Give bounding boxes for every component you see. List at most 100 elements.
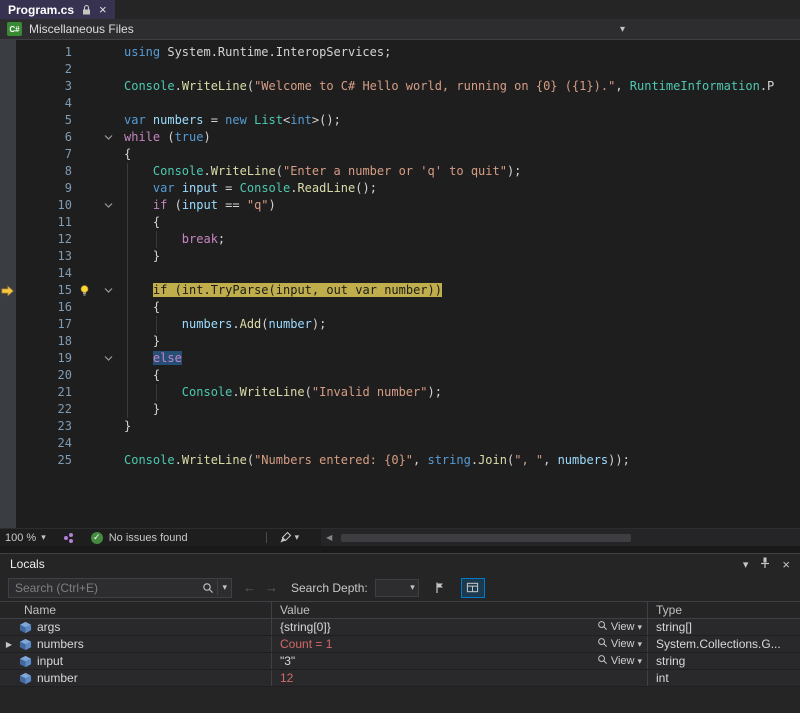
close-icon[interactable]: × (99, 3, 107, 16)
variable-icon (19, 638, 32, 651)
code-line[interactable]: var input = Console.ReadLine(); (124, 180, 377, 197)
column-header-name[interactable]: Name (0, 602, 272, 618)
collapse-chevron-icon[interactable] (101, 350, 115, 367)
search-icon (199, 582, 217, 594)
code-token: System.Runtime.InteropServices; (160, 45, 391, 59)
line-number[interactable]: 24 (16, 435, 72, 452)
code-line[interactable]: using System.Runtime.InteropServices; (124, 44, 391, 61)
code-token: ) (203, 130, 210, 144)
type-cell: System.Collections.G... (648, 636, 800, 652)
scrollbar-thumb[interactable] (341, 534, 631, 542)
table-row[interactable]: ▶numbersCount = 1View▾System.Collections… (0, 636, 800, 653)
window-menu-chevron-icon[interactable]: ▾ (743, 558, 749, 571)
collapse-chevron-icon[interactable] (101, 282, 115, 299)
code-token: input (276, 283, 312, 297)
code-line[interactable]: if (input == "q") (124, 197, 276, 214)
line-number[interactable]: 9 (16, 180, 72, 197)
code-line[interactable]: { (124, 299, 160, 316)
line-number[interactable]: 7 (16, 146, 72, 163)
code-token: Console (124, 79, 175, 93)
code-token: , (413, 453, 427, 467)
collapse-chevron-icon[interactable] (101, 129, 115, 146)
search-input[interactable] (9, 581, 199, 595)
line-number[interactable]: 23 (16, 418, 72, 435)
table-row[interactable]: args{string[0]}View▾string[] (0, 619, 800, 636)
line-number[interactable]: 25 (16, 452, 72, 469)
code-token: . (204, 283, 211, 297)
pin-icon[interactable] (759, 556, 771, 572)
column-header-value[interactable]: Value (272, 602, 648, 618)
zoom-control[interactable]: 100 % ▾ (5, 532, 46, 544)
code-line[interactable]: } (124, 418, 131, 435)
current-statement-arrow-icon[interactable] (1, 282, 15, 299)
table-row[interactable]: input"3"View▾string (0, 653, 800, 670)
code-line[interactable]: } (124, 333, 160, 350)
horizontal-scrollbar[interactable]: ◀ (321, 529, 800, 546)
line-number[interactable]: 19 (16, 350, 72, 367)
locals-column-headers: NameValueType (0, 601, 800, 619)
line-number[interactable]: 21 (16, 384, 72, 401)
lightbulb-icon[interactable] (78, 282, 94, 299)
close-icon[interactable]: × (782, 558, 790, 571)
collapse-chevron-icon[interactable] (101, 197, 115, 214)
line-number[interactable]: 3 (16, 78, 72, 95)
line-number[interactable]: 18 (16, 333, 72, 350)
code-line[interactable]: } (124, 401, 160, 418)
line-number[interactable]: 5 (16, 112, 72, 129)
code-line[interactable]: } (124, 248, 160, 265)
line-number[interactable]: 2 (16, 61, 72, 78)
code-token: . (232, 317, 239, 331)
table-row[interactable]: number12int (0, 670, 800, 687)
line-number[interactable]: 8 (16, 163, 72, 180)
code-line[interactable]: Console.WriteLine("Welcome to C# Hello w… (124, 78, 774, 95)
code-line[interactable]: { (124, 146, 131, 163)
view-button[interactable]: View▾ (597, 636, 642, 652)
grid-view-toggle-button[interactable] (461, 578, 485, 598)
line-number[interactable]: 6 (16, 129, 72, 146)
line-number[interactable]: 20 (16, 367, 72, 384)
view-button[interactable]: View▾ (597, 653, 642, 669)
column-header-type[interactable]: Type (648, 602, 800, 618)
code-line[interactable]: var numbers = new List<int>(); (124, 112, 341, 129)
chevron-down-icon[interactable]: ▾ (217, 580, 231, 595)
line-number[interactable]: 11 (16, 214, 72, 231)
panel-splitter[interactable] (0, 546, 800, 553)
code-line[interactable]: numbers.Add(number); (124, 316, 326, 333)
code-token: . (175, 79, 182, 93)
line-number[interactable]: 16 (16, 299, 72, 316)
file-context-combo[interactable]: C# Miscellaneous Files ▾ (0, 19, 632, 39)
flag-toggle-button[interactable] (428, 578, 452, 598)
code-line[interactable]: { (124, 214, 160, 231)
line-number[interactable]: 13 (16, 248, 72, 265)
code-editor[interactable]: 1 using System.Runtime.InteropServices; 23… (0, 40, 800, 528)
line-number[interactable]: 10 (16, 197, 72, 214)
search-prev-button[interactable]: ← (243, 581, 256, 594)
search-depth-select[interactable]: ▾ (375, 579, 419, 597)
code-line[interactable]: Console.WriteLine("Invalid number"); (124, 384, 442, 401)
line-number[interactable]: 22 (16, 401, 72, 418)
code-line[interactable]: break; (124, 231, 225, 248)
view-button[interactable]: View▾ (597, 619, 642, 635)
code-token: string (427, 453, 470, 467)
issues-status[interactable]: ✓ No issues found (91, 532, 188, 544)
tab-program-cs[interactable]: Program.cs × (0, 0, 115, 19)
code-line[interactable]: { (124, 367, 160, 384)
search-next-button[interactable]: → (265, 581, 278, 594)
code-cleanup-button[interactable]: ▾ (279, 531, 300, 544)
code-line[interactable]: Console.WriteLine("Numbers entered: {0}"… (124, 452, 630, 469)
locals-title-bar[interactable]: Locals ▾ × (0, 554, 800, 574)
line-number[interactable]: 15 (16, 282, 72, 299)
line-number[interactable]: 12 (16, 231, 72, 248)
expander-icon[interactable]: ▶ (4, 640, 14, 649)
line-number[interactable]: 14 (16, 265, 72, 282)
code-token: Console (240, 181, 291, 195)
code-line[interactable]: if (int.TryParse(input, out var number)) (124, 282, 442, 299)
code-line[interactable]: Console.WriteLine("Enter a number or 'q'… (124, 163, 521, 180)
line-number[interactable]: 17 (16, 316, 72, 333)
line-number[interactable]: 1 (16, 44, 72, 61)
line-number[interactable]: 4 (16, 95, 72, 112)
code-line[interactable]: while (true) (124, 129, 211, 146)
scroll-left-arrow-icon[interactable]: ◀ (326, 529, 332, 546)
health-indicator-icon[interactable] (62, 531, 75, 544)
code-line[interactable]: else (124, 350, 182, 367)
